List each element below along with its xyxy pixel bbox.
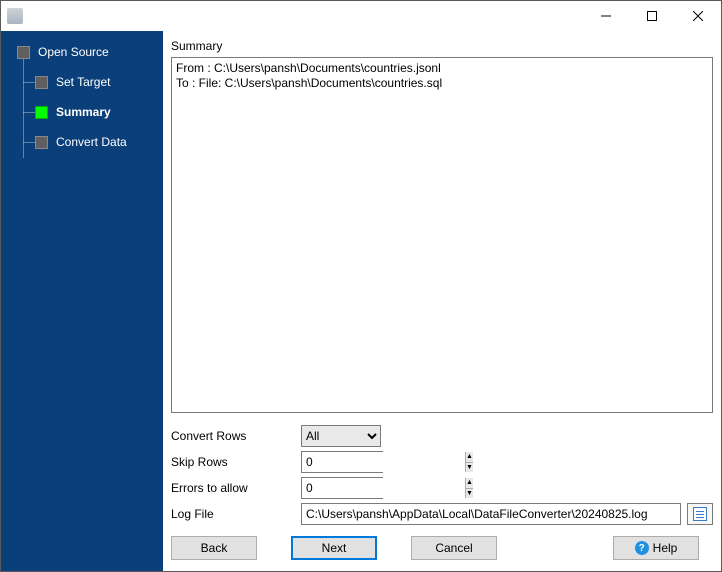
back-button[interactable]: Back (171, 536, 257, 560)
spin-down-icon[interactable]: ▼ (466, 489, 473, 499)
spin-down-icon[interactable]: ▼ (466, 463, 473, 473)
help-button[interactable]: ? Help (613, 536, 699, 560)
errors-allow-stepper[interactable]: ▲ ▼ (301, 477, 383, 499)
sidebar-item-label: Open Source (38, 45, 109, 59)
maximize-button[interactable] (629, 1, 675, 31)
help-icon: ? (635, 541, 649, 555)
summary-textarea[interactable]: From : C:\Users\pansh\Documents\countrie… (171, 57, 713, 413)
step-box-icon (17, 46, 30, 59)
sidebar-item-set-target[interactable]: Set Target (1, 67, 163, 97)
spin-up-icon[interactable]: ▲ (466, 452, 473, 463)
footer: Back Next Cancel ? Help (171, 525, 713, 571)
skip-rows-stepper[interactable]: ▲ ▼ (301, 451, 383, 473)
app-icon (7, 8, 23, 24)
sidebar-item-open-source[interactable]: Open Source (1, 37, 163, 67)
body: Open Source Set Target Summary Convert D… (1, 31, 721, 571)
convert-rows-select[interactable]: All (301, 425, 381, 447)
step-box-icon (35, 106, 48, 119)
sidebar-item-convert-data[interactable]: Convert Data (1, 127, 163, 157)
skip-rows-input[interactable] (302, 452, 465, 472)
step-box-icon (35, 76, 48, 89)
step-box-icon (35, 136, 48, 149)
sidebar-item-label: Summary (56, 105, 111, 119)
sidebar-item-label: Convert Data (56, 135, 127, 149)
document-icon (693, 507, 707, 521)
errors-allow-label: Errors to allow (171, 481, 301, 495)
wizard-sidebar: Open Source Set Target Summary Convert D… (1, 31, 163, 571)
next-button[interactable]: Next (291, 536, 377, 560)
sidebar-item-summary[interactable]: Summary (1, 97, 163, 127)
options-panel: Convert Rows All Skip Rows ▲ ▼ (171, 425, 713, 525)
convert-rows-label: Convert Rows (171, 429, 301, 443)
cancel-button[interactable]: Cancel (411, 536, 497, 560)
browse-log-button[interactable] (687, 503, 713, 525)
summary-heading: Summary (171, 39, 713, 53)
minimize-button[interactable] (583, 1, 629, 31)
main-panel: Summary From : C:\Users\pansh\Documents\… (163, 31, 721, 571)
log-file-label: Log File (171, 507, 301, 521)
close-button[interactable] (675, 1, 721, 31)
sidebar-item-label: Set Target (56, 75, 110, 89)
skip-rows-label: Skip Rows (171, 455, 301, 469)
wizard-window: Open Source Set Target Summary Convert D… (0, 0, 722, 572)
titlebar (1, 1, 721, 31)
spin-up-icon[interactable]: ▲ (466, 478, 473, 489)
log-file-input[interactable] (301, 503, 681, 525)
errors-allow-input[interactable] (302, 478, 465, 498)
